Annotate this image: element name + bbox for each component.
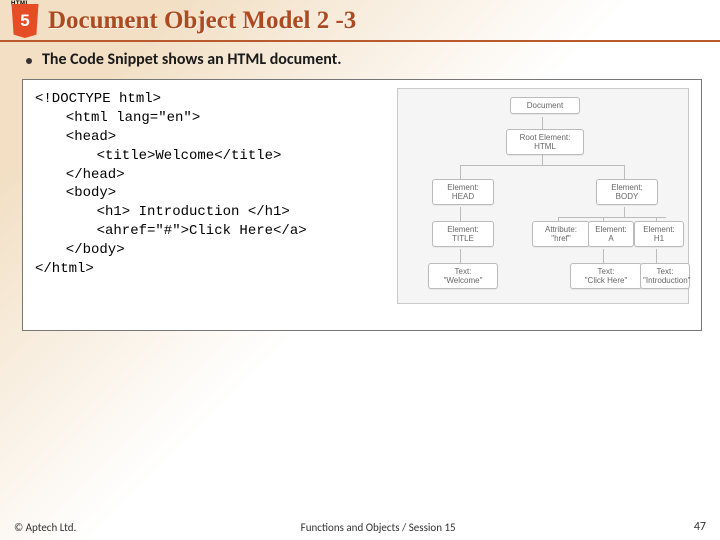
diagram-node-attr-href: Attribute:"href" xyxy=(532,221,590,247)
diagram-node-root-html: Root Element:HTML xyxy=(506,129,584,155)
code-box: <!DOCTYPE html> <html lang="en"> <head> … xyxy=(22,79,702,331)
logo-five: 5 xyxy=(10,11,40,31)
bullet-row: The Code Snippet shows an HTML document. xyxy=(26,50,720,69)
copyright: © Aptech Ltd. xyxy=(14,521,76,534)
bullet-dot-icon xyxy=(26,58,32,64)
diagram-node-a: Element:A xyxy=(588,221,634,247)
title-rule xyxy=(0,40,720,42)
header: HTML 5 Document Object Model 2 -3 xyxy=(0,0,720,40)
diagram-node-text-intro: Text:"Introduction" xyxy=(640,263,690,289)
diagram-node-text-welcome: Text:"Welcome" xyxy=(428,263,498,289)
diagram-node-document: Document xyxy=(510,97,580,114)
diagram-node-head: Element:HEAD xyxy=(432,179,494,205)
diagram-node-title: Element:TITLE xyxy=(432,221,494,247)
dom-diagram: Document Root Element:HTML Element:HEAD … xyxy=(397,88,689,304)
slide: HTML 5 Document Object Model 2 -3 The Co… xyxy=(0,0,720,540)
diagram-node-h1: Element:H1 xyxy=(634,221,684,247)
diagram-node-body: Element:BODY xyxy=(596,179,658,205)
diagram-node-text-click: Text:"Click Here" xyxy=(570,263,642,289)
html5-logo-icon: HTML 5 xyxy=(10,4,40,38)
slide-title: Document Object Model 2 -3 xyxy=(48,7,356,35)
footer: © Aptech Ltd. Functions and Objects / Se… xyxy=(0,520,720,534)
page-number: 47 xyxy=(680,520,706,534)
bullet-text: The Code Snippet shows an HTML document. xyxy=(42,50,342,69)
footer-center: Functions and Objects / Session 15 xyxy=(301,521,456,534)
